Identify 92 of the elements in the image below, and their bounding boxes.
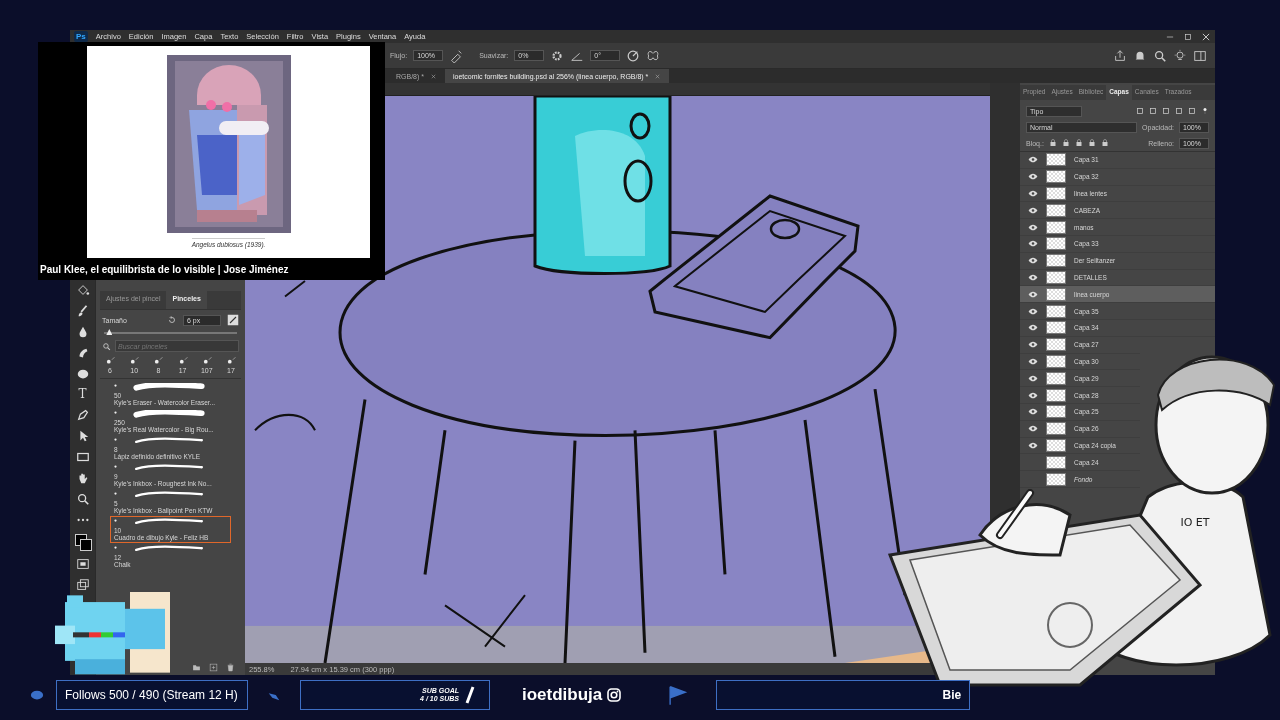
eye-icon[interactable] xyxy=(1028,425,1038,433)
pen-icon[interactable] xyxy=(75,408,90,422)
reset-icon[interactable] xyxy=(167,315,177,325)
layer-thumbnail xyxy=(1046,170,1066,184)
layer-thumbnail xyxy=(1046,472,1066,486)
brush-tip-icon[interactable] xyxy=(114,519,120,525)
search-icon[interactable] xyxy=(75,492,90,506)
eye-icon[interactable] xyxy=(1028,206,1038,214)
move-lock-icon[interactable] xyxy=(1074,139,1083,147)
brush-lock-icon[interactable] xyxy=(1061,139,1070,147)
eye-icon[interactable] xyxy=(1028,273,1038,281)
eye-icon[interactable] xyxy=(1028,374,1038,382)
layer-thumbnail xyxy=(1046,203,1066,217)
layer-thumbnail xyxy=(1046,304,1066,318)
brush-tip-icon[interactable] xyxy=(114,492,120,498)
shape-filter-icon[interactable] xyxy=(1175,107,1183,115)
lock-pixels-icon[interactable] xyxy=(1048,139,1057,147)
brush-tip-icon[interactable] xyxy=(114,546,120,552)
settings-icon[interactable] xyxy=(550,48,565,63)
toggle-icon[interactable] xyxy=(1201,106,1209,116)
brush-tip-icon[interactable] xyxy=(152,356,165,366)
layer-thumbnail xyxy=(1046,187,1066,200)
eye-icon[interactable] xyxy=(1028,324,1038,332)
layer-thumbnail xyxy=(1046,371,1066,385)
rectangle-icon[interactable] xyxy=(75,450,90,464)
screen-mode-icon[interactable] xyxy=(75,557,90,571)
frames-icon[interactable] xyxy=(75,578,90,592)
layer-thumbnail xyxy=(1046,354,1066,368)
smart-object-icon[interactable] xyxy=(1188,107,1196,115)
color-swatches[interactable] xyxy=(74,534,91,550)
brush-tip-icon[interactable] xyxy=(114,438,120,444)
eye-icon[interactable] xyxy=(1028,408,1038,416)
brush-tip-icon[interactable] xyxy=(114,411,120,417)
target-icon[interactable] xyxy=(626,48,641,63)
flag-icon[interactable] xyxy=(666,684,689,706)
slash-icon xyxy=(465,686,475,704)
eye-icon[interactable] xyxy=(1028,257,1038,265)
follows-counter: Follows 500 / 490 (Stream 12 H) xyxy=(56,680,248,710)
layer-thumbnail xyxy=(1046,338,1066,352)
layer-thumbnail xyxy=(1046,254,1066,268)
eye-icon[interactable] xyxy=(1028,441,1038,449)
type-tool[interactable]: T xyxy=(78,388,87,401)
social-handle[interactable]: ioetdibuja xyxy=(522,685,603,705)
instagram-icon[interactable] xyxy=(606,687,623,703)
add-icon[interactable] xyxy=(209,663,218,672)
paint-bucket-icon[interactable] xyxy=(75,283,90,297)
brush-tip-icon[interactable] xyxy=(114,465,120,471)
layer-thumbnail xyxy=(1046,237,1066,251)
eye-icon[interactable] xyxy=(1028,190,1038,197)
sponge-icon[interactable] xyxy=(75,367,90,381)
trash-icon[interactable] xyxy=(226,663,235,672)
folder-icon[interactable] xyxy=(192,663,201,672)
slider-thumb[interactable] xyxy=(106,329,113,335)
layer-thumbnail xyxy=(1046,287,1066,301)
lightbulb-icon[interactable] xyxy=(1173,48,1187,63)
eye-icon[interactable] xyxy=(1028,357,1038,365)
layer-thumbnail xyxy=(1046,270,1066,284)
eye-icon[interactable] xyxy=(1028,173,1038,181)
eye-icon[interactable] xyxy=(1028,290,1038,298)
eye-icon[interactable] xyxy=(1028,341,1038,349)
text-filter-icon[interactable] xyxy=(1162,107,1170,115)
maximize-icon[interactable] xyxy=(1183,31,1193,42)
lock-icon[interactable] xyxy=(1100,139,1109,147)
eye-icon[interactable] xyxy=(1028,223,1038,231)
eye-icon[interactable] xyxy=(1028,307,1038,315)
artboard-lock-icon[interactable] xyxy=(1087,139,1096,147)
layer-thumbnail xyxy=(1046,455,1066,469)
eye-icon[interactable] xyxy=(1028,240,1038,248)
eye-icon[interactable] xyxy=(1028,156,1038,164)
layer-thumbnail xyxy=(1046,153,1066,167)
brush-tip-icon[interactable] xyxy=(104,356,116,366)
video-title: Paul Klee, el equilibrista de lo visible | Jose Jiménez xyxy=(39,263,290,275)
share-icon[interactable] xyxy=(1113,48,1127,63)
image-filter-icon[interactable] xyxy=(1136,107,1144,115)
brush-tip-icon[interactable] xyxy=(128,356,141,366)
layer-thumbnail xyxy=(1046,422,1066,436)
brush-tip-icon[interactable] xyxy=(114,384,120,390)
layer-thumbnail xyxy=(1046,405,1066,419)
adjustment-filter-icon[interactable] xyxy=(1149,107,1157,115)
butterfly-icon[interactable] xyxy=(646,48,661,63)
ticker-panel: Bie xyxy=(716,680,971,710)
app-logo[interactable]: Ps xyxy=(74,31,88,42)
search-icon[interactable] xyxy=(102,341,111,351)
layer-thumbnail xyxy=(1046,321,1066,335)
brush-toggle-icon[interactable] xyxy=(227,314,239,326)
layer-thumbnail xyxy=(1046,220,1066,234)
eye-icon[interactable] xyxy=(1028,391,1038,399)
layer-thumbnail xyxy=(1046,388,1066,402)
search-icon[interactable] xyxy=(1153,48,1167,63)
airbrush-icon[interactable] xyxy=(449,48,464,63)
layer-thumbnail xyxy=(1046,438,1066,452)
layout-icon[interactable] xyxy=(1193,48,1207,63)
